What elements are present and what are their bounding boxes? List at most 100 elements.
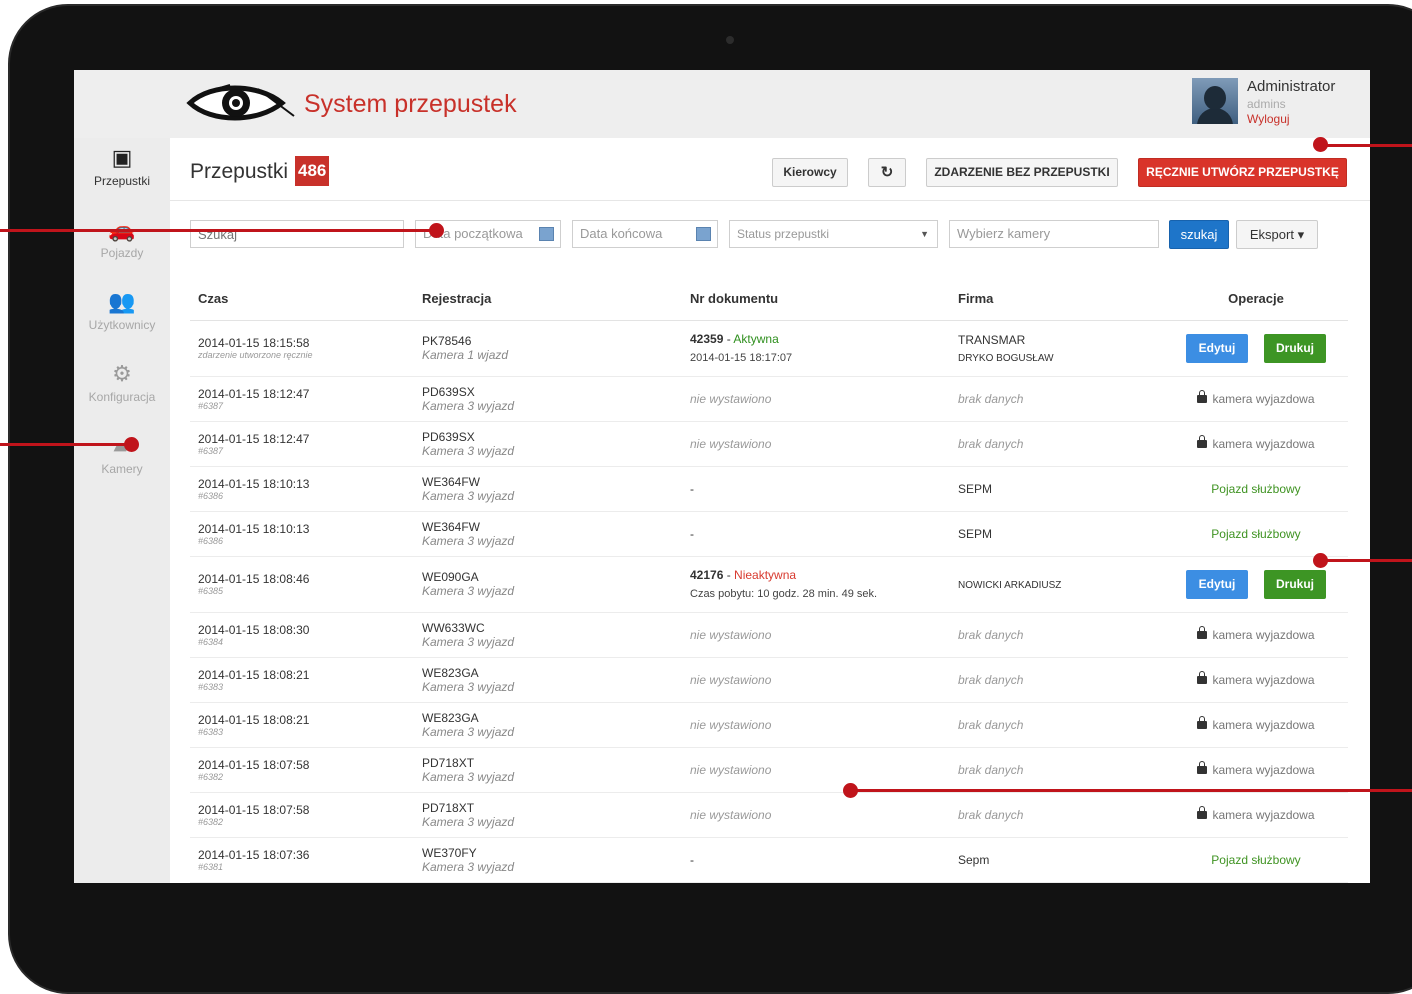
time-value: 2014-01-15 18:08:21 xyxy=(198,712,310,727)
cell-company: brak danych xyxy=(950,702,1156,748)
camera-value: Kamera 3 wyjazd xyxy=(422,398,515,413)
status-select[interactable]: Status przepustki ▼ xyxy=(729,220,938,248)
company-value: brak danych xyxy=(958,672,1024,687)
search-button[interactable]: szukaj xyxy=(1169,220,1229,249)
sidebar-item-label: Konfiguracja xyxy=(88,390,156,404)
drivers-button[interactable]: Kierowcy xyxy=(772,158,848,187)
company-value: SEPM xyxy=(958,481,993,496)
cell-time: 2014-01-15 18:08:46 #6385 xyxy=(190,556,414,613)
callout-dot xyxy=(1313,553,1328,568)
event-without-pass-button[interactable]: ZDARZENIE BEZ PRZEPUSTKI xyxy=(926,158,1118,187)
cell-plate: WE364FW Kamera 3 wyjazd xyxy=(414,466,682,512)
table-row: 2014-01-15 18:07:58 #6382 PD718XT Kamera 3 … xyxy=(190,792,1348,838)
callout-line xyxy=(0,443,132,446)
camera-select[interactable]: Wybierz kamery xyxy=(949,220,1159,248)
camera-value: Kamera 3 wyjazd xyxy=(422,533,515,548)
table-header-row: Czas Rejestracja Nr dokumentu Firma Oper… xyxy=(190,278,1348,321)
print-button[interactable]: Drukuj xyxy=(1264,569,1326,599)
user-name: Administrator xyxy=(1247,78,1336,95)
cell-document: 42176 - Nieaktywna Czas pobytu: 10 godz. … xyxy=(682,556,950,613)
sidebar-item-passes[interactable]: ▣ Przepustki xyxy=(74,140,170,206)
callout-line xyxy=(850,789,1412,792)
refresh-button[interactable]: ↻ xyxy=(868,158,906,187)
export-label: Eksport xyxy=(1249,227,1294,242)
edit-button[interactable]: Edytuj xyxy=(1186,333,1248,363)
time-value: 2014-01-15 18:07:58 xyxy=(198,802,310,817)
cell-document: - xyxy=(682,466,950,512)
sidebar-item-label: Użytkownicy xyxy=(88,318,156,332)
cell-company: brak danych xyxy=(950,421,1156,467)
create-pass-button[interactable]: RĘCZNIE UTWÓRZ PRZEPUSTKĘ xyxy=(1138,158,1347,187)
export-button[interactable]: Eksport ▾ xyxy=(1236,220,1318,249)
company-value: brak danych xyxy=(958,436,1024,451)
sidebar: ▣ Przepustki 🚗 Pojazdy 👥 Użytkownicy ⚙ K… xyxy=(74,138,170,883)
plate-value: WE364FW xyxy=(422,474,481,489)
plate-value: PD639SX xyxy=(422,429,475,444)
cell-operations: kamera wyjazdowa xyxy=(1156,376,1348,422)
cell-document: nie wystawiono xyxy=(682,612,950,658)
time-value: 2014-01-15 18:15:58 xyxy=(198,336,310,350)
cell-plate: PD718XT Kamera 3 wyjazd xyxy=(414,792,682,838)
search-input[interactable] xyxy=(190,220,404,248)
cell-time: 2014-01-15 18:07:58 #6382 xyxy=(190,747,414,793)
time-sub: #6383 xyxy=(198,681,224,692)
sidebar-item-vehicles[interactable]: 🚗 Pojazdy xyxy=(74,212,170,278)
table-row: 2014-01-15 18:12:47 #6387 PD639SX Kamera 3 … xyxy=(190,421,1348,467)
plate-value: PK78546 xyxy=(422,334,472,348)
callout-line xyxy=(1320,144,1412,147)
top-header: System przepustek Administrator admins W… xyxy=(74,70,1370,138)
cell-time: 2014-01-15 18:07:36 #6381 xyxy=(190,837,414,883)
cell-operations: kamera wyjazdowa xyxy=(1156,702,1348,748)
time-sub: #6387 xyxy=(198,445,224,456)
column-header-company: Firma xyxy=(950,278,1156,321)
operation-text: kamera wyjazdowa xyxy=(1212,762,1315,777)
time-sub: #6386 xyxy=(198,490,224,501)
time-value: 2014-01-15 18:08:21 xyxy=(198,667,310,682)
cell-company: SEPM xyxy=(950,466,1156,512)
camera-value: Kamera 3 wyjazd xyxy=(422,814,515,829)
plate-value: WW633WC xyxy=(422,620,485,635)
cell-operations: kamera wyjazdowa xyxy=(1156,792,1348,838)
camera-value: Kamera 3 wyjazd xyxy=(422,859,515,874)
users-icon: 👥 xyxy=(108,289,136,314)
operation-text: Pojazd służbowy xyxy=(1211,526,1301,541)
plate-value: WE370FY xyxy=(422,845,477,860)
camera-value: Kamera 3 wyjazd xyxy=(422,584,515,598)
column-header-time: Czas xyxy=(190,278,414,321)
callout-dot xyxy=(429,223,444,238)
document-value: nie wystawiono xyxy=(690,391,772,406)
camera-value: Kamera 3 wyjazd xyxy=(422,443,515,458)
cell-operations: kamera wyjazdowa xyxy=(1156,657,1348,703)
cell-company: Sepm xyxy=(950,837,1156,883)
cell-time: 2014-01-15 18:08:21 #6383 xyxy=(190,657,414,703)
operation-text: kamera wyjazdowa xyxy=(1212,627,1315,642)
sidebar-item-configuration[interactable]: ⚙ Konfiguracja xyxy=(74,356,170,422)
cell-time: 2014-01-15 18:12:47 #6387 xyxy=(190,421,414,467)
company-value: brak danych xyxy=(958,717,1024,732)
camera-value: Kamera 3 wyjazd xyxy=(422,488,515,503)
date-to-field[interactable]: Data końcowa xyxy=(572,220,718,248)
cell-operations: Pojazd służbowy xyxy=(1156,837,1348,883)
cell-plate: PD639SX Kamera 3 wyjazd xyxy=(414,376,682,422)
time-sub: #6381 xyxy=(198,861,224,872)
table-row: 2014-01-15 18:08:21 #6383 WE823GA Kamera 3 … xyxy=(190,657,1348,703)
sidebar-item-cameras[interactable]: ▰ Kamery xyxy=(74,428,170,494)
operation-text: kamera wyjazdowa xyxy=(1212,717,1315,732)
camera-value: Kamera 1 wjazd xyxy=(422,348,509,362)
print-button[interactable]: Drukuj xyxy=(1264,333,1326,363)
cell-plate: WE370FY Kamera 3 wyjazd xyxy=(414,837,682,883)
operation-text: Pojazd służbowy xyxy=(1211,481,1301,496)
table-row: 2014-01-15 18:15:58 zdarzenie utworzone r… xyxy=(190,320,1348,377)
camera-placeholder: Wybierz kamery xyxy=(957,226,1051,241)
table-row: 2014-01-15 18:07:36 #6381 WE370FY Kamera 3 … xyxy=(190,837,1348,883)
logout-link[interactable]: Wyloguj xyxy=(1247,112,1290,126)
sidebar-item-users[interactable]: 👥 Użytkownicy xyxy=(74,284,170,350)
edit-button[interactable]: Edytuj xyxy=(1186,569,1248,599)
cell-company: brak danych xyxy=(950,657,1156,703)
cell-company: brak danych xyxy=(950,792,1156,838)
header-divider xyxy=(170,200,1370,201)
cell-operations: kamera wyjazdowa xyxy=(1156,747,1348,793)
table-row: 2014-01-15 18:10:13 #6386 WE364FW Kamera 3 … xyxy=(190,511,1348,557)
table-row: 2014-01-15 18:07:58 #6382 PD718XT Kamera 3 … xyxy=(190,747,1348,793)
table-row: 2014-01-15 18:10:13 #6386 WE364FW Kamera 3 … xyxy=(190,466,1348,512)
